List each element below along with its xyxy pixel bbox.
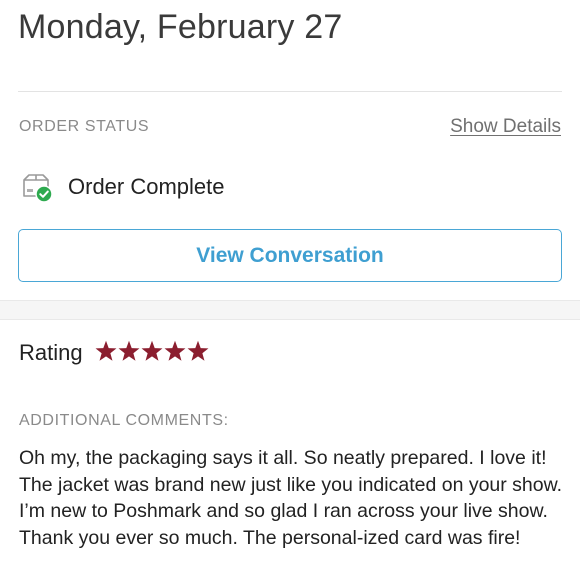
star-icon: [118, 340, 140, 362]
star-icon: [164, 340, 186, 362]
comment-text: Oh my, the packaging says it all. So nea…: [19, 447, 563, 549]
star-icon: [187, 340, 209, 362]
divider: [18, 91, 562, 92]
star-icon: [141, 340, 163, 362]
star-icon: [95, 340, 117, 362]
section-separator: [0, 300, 580, 320]
additional-comments-label: ADDITIONAL COMMENTS:: [19, 412, 229, 429]
rating-stars: [95, 340, 210, 367]
order-detail-page: Monday, February 27 ORDER STATUS Show De…: [0, 0, 580, 580]
order-status-text: Order Complete: [68, 174, 225, 199]
package-check-icon: [20, 170, 54, 204]
rating-row: Rating: [19, 338, 210, 368]
show-details-link[interactable]: Show Details: [450, 116, 561, 138]
rating-label: Rating: [19, 340, 83, 365]
view-conversation-button[interactable]: View Conversation: [18, 229, 562, 282]
order-status-row: Order Complete: [20, 170, 225, 204]
order-status-label: ORDER STATUS: [19, 118, 150, 135]
page-title: Monday, February 27: [18, 8, 343, 46]
